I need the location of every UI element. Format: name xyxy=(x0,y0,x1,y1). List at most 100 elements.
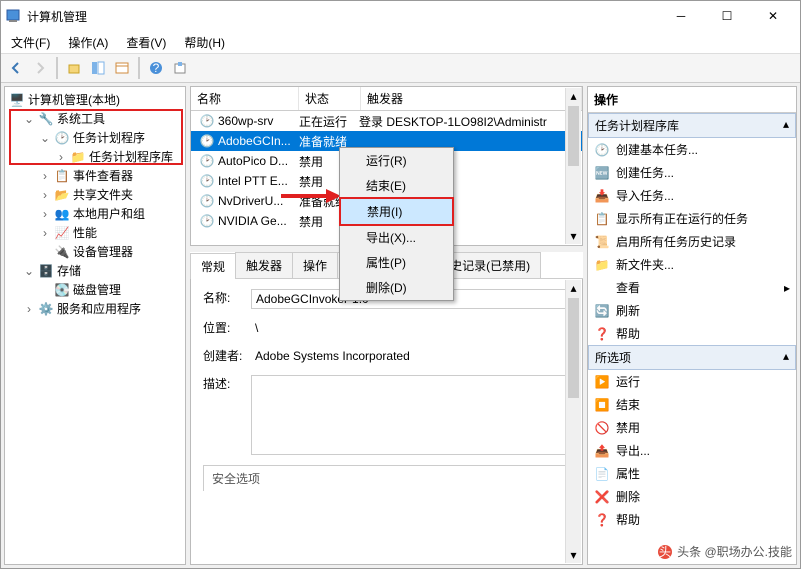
label-description: 描述: xyxy=(203,375,251,392)
history-icon: 📜 xyxy=(594,234,610,250)
task-icon: 🕑 xyxy=(199,153,215,169)
tree-performance[interactable]: ›📈性能 xyxy=(7,223,183,242)
security-options-groupbox: 安全选项 xyxy=(203,465,570,491)
actions-pane-header: 操作 xyxy=(588,87,796,113)
export-icon: 📤 xyxy=(594,443,610,459)
task-new-icon: 🆕 xyxy=(594,165,610,181)
task-icon: 🕑 xyxy=(199,113,215,129)
tree-root[interactable]: 🖥️计算机管理(本地) xyxy=(7,90,183,109)
ctx-disable[interactable]: 禁用(I) xyxy=(339,197,454,226)
menu-action[interactable]: 操作(A) xyxy=(64,32,112,53)
forward-button[interactable] xyxy=(29,57,51,79)
action-refresh[interactable]: 🔄刷新 xyxy=(588,299,796,322)
action-help2[interactable]: ❓帮助 xyxy=(588,508,796,531)
stop-icon: ⏹️ xyxy=(594,397,610,413)
action-create-task[interactable]: 🆕创建任务... xyxy=(588,161,796,184)
ctx-run[interactable]: 运行(R) xyxy=(340,148,453,173)
help-icon: ❓ xyxy=(594,326,610,342)
window-title: 计算机管理 xyxy=(27,8,658,25)
action-enable-history[interactable]: 📜启用所有任务历史记录 xyxy=(588,230,796,253)
col-name[interactable]: 名称 xyxy=(191,87,299,110)
menu-help[interactable]: 帮助(H) xyxy=(180,32,229,53)
action-help[interactable]: ❓帮助 xyxy=(588,322,796,345)
chevron-up-icon[interactable]: ▴ xyxy=(783,349,789,366)
action-export[interactable]: 📤导出... xyxy=(588,439,796,462)
tree-device-manager[interactable]: 🔌设备管理器 xyxy=(7,242,183,261)
task-icon: 🕑 xyxy=(199,193,215,209)
ctx-delete[interactable]: 删除(D) xyxy=(340,275,453,300)
tree-shared-folders[interactable]: ›📂共享文件夹 xyxy=(7,185,183,204)
action-run[interactable]: ▶️运行 xyxy=(588,370,796,393)
tab-triggers[interactable]: 触发器 xyxy=(235,252,293,278)
play-icon: ▶️ xyxy=(594,374,610,390)
refresh-icon: 🔄 xyxy=(594,303,610,319)
context-menu: 运行(R) 结束(E) 禁用(I) 导出(X)... 属性(P) 删除(D) xyxy=(339,147,454,301)
tree-local-users[interactable]: ›👥本地用户和组 xyxy=(7,204,183,223)
up-button[interactable] xyxy=(63,57,85,79)
tab-actions[interactable]: 操作 xyxy=(292,252,338,278)
field-description[interactable] xyxy=(251,375,570,455)
perf-icon: 📈 xyxy=(54,225,70,241)
close-button[interactable]: ✕ xyxy=(750,1,796,31)
ctx-export[interactable]: 导出(X)... xyxy=(340,225,453,250)
action-create-basic-task[interactable]: 🕑创建基本任务... xyxy=(588,138,796,161)
menu-view[interactable]: 查看(V) xyxy=(122,32,170,53)
maximize-button[interactable]: ☐ xyxy=(704,1,750,31)
event-icon: 📋 xyxy=(54,168,70,184)
back-button[interactable] xyxy=(5,57,27,79)
task-icon: 🕑 xyxy=(199,173,215,189)
share-icon: 📂 xyxy=(54,187,70,203)
tab-general[interactable]: 常规 xyxy=(190,253,236,279)
task-icon: 🕑 xyxy=(199,213,215,229)
list-scrollbar[interactable]: ▴▾ xyxy=(565,88,581,244)
label-author: 创建者: xyxy=(203,347,251,364)
action-end[interactable]: ⏹️结束 xyxy=(588,393,796,416)
view-toggle-button[interactable] xyxy=(87,57,109,79)
svg-text:?: ? xyxy=(153,61,160,75)
tree-disk-management[interactable]: 💽磁盘管理 xyxy=(7,280,183,299)
help-icon: ❓ xyxy=(594,512,610,528)
device-icon: 🔌 xyxy=(54,244,70,260)
action-properties[interactable]: 📄属性 xyxy=(588,462,796,485)
action-disable[interactable]: 🚫禁用 xyxy=(588,416,796,439)
actions-section-selected: 所选项▴ xyxy=(588,345,796,370)
task-icon: 🕑 xyxy=(199,133,215,149)
actions-section-library: 任务计划程序库▴ xyxy=(588,113,796,138)
import-icon: 📥 xyxy=(594,188,610,204)
col-trigger[interactable]: 触发器 xyxy=(361,87,582,110)
properties-button[interactable] xyxy=(111,57,133,79)
properties-icon: 📄 xyxy=(594,466,610,482)
action-show-running[interactable]: 📋显示所有正在运行的任务 xyxy=(588,207,796,230)
detail-scrollbar[interactable]: ▴▾ xyxy=(565,280,581,563)
minimize-button[interactable]: ─ xyxy=(658,1,704,31)
disk-icon: 💽 xyxy=(54,282,70,298)
action-new-folder[interactable]: 📁新文件夹... xyxy=(588,253,796,276)
tree-system-tools[interactable]: ⌄🔧系统工具 xyxy=(7,109,183,128)
tree-services[interactable]: ›⚙️服务和应用程序 xyxy=(7,299,183,318)
clock-icon: 🕑 xyxy=(54,130,70,146)
col-status[interactable]: 状态 xyxy=(299,87,361,110)
running-icon: 📋 xyxy=(594,211,610,227)
storage-icon: 🗄️ xyxy=(38,263,54,279)
tree-task-scheduler[interactable]: ⌄🕑任务计划程序 xyxy=(7,128,183,147)
folder-icon: 📁 xyxy=(70,149,86,165)
help-button[interactable]: ? xyxy=(145,57,167,79)
wrench-icon: 🔧 xyxy=(38,111,54,127)
task-list-header: 名称 状态 触发器 xyxy=(191,87,582,111)
chevron-up-icon[interactable]: ▴ xyxy=(783,117,789,134)
ctx-properties[interactable]: 属性(P) xyxy=(340,250,453,275)
task-row[interactable]: 🕑360wp-srv正在运行登录 DESKTOP-1LO98I2\Adminis… xyxy=(191,111,582,131)
folder-new-icon: 📁 xyxy=(594,257,610,273)
action-view[interactable]: 查看▸ xyxy=(588,276,796,299)
users-icon: 👥 xyxy=(54,206,70,222)
tree-task-scheduler-library[interactable]: ›📁任务计划程序库 xyxy=(7,147,183,166)
tree-storage[interactable]: ⌄🗄️存储 xyxy=(7,261,183,280)
label-location: 位置: xyxy=(203,319,251,336)
delete-icon: ❌ xyxy=(594,489,610,505)
ctx-end[interactable]: 结束(E) xyxy=(340,173,453,198)
tree-event-viewer[interactable]: ›📋事件查看器 xyxy=(7,166,183,185)
menu-file[interactable]: 文件(F) xyxy=(7,32,54,53)
action-delete[interactable]: ❌删除 xyxy=(588,485,796,508)
export-button[interactable] xyxy=(169,57,191,79)
action-import-task[interactable]: 📥导入任务... xyxy=(588,184,796,207)
